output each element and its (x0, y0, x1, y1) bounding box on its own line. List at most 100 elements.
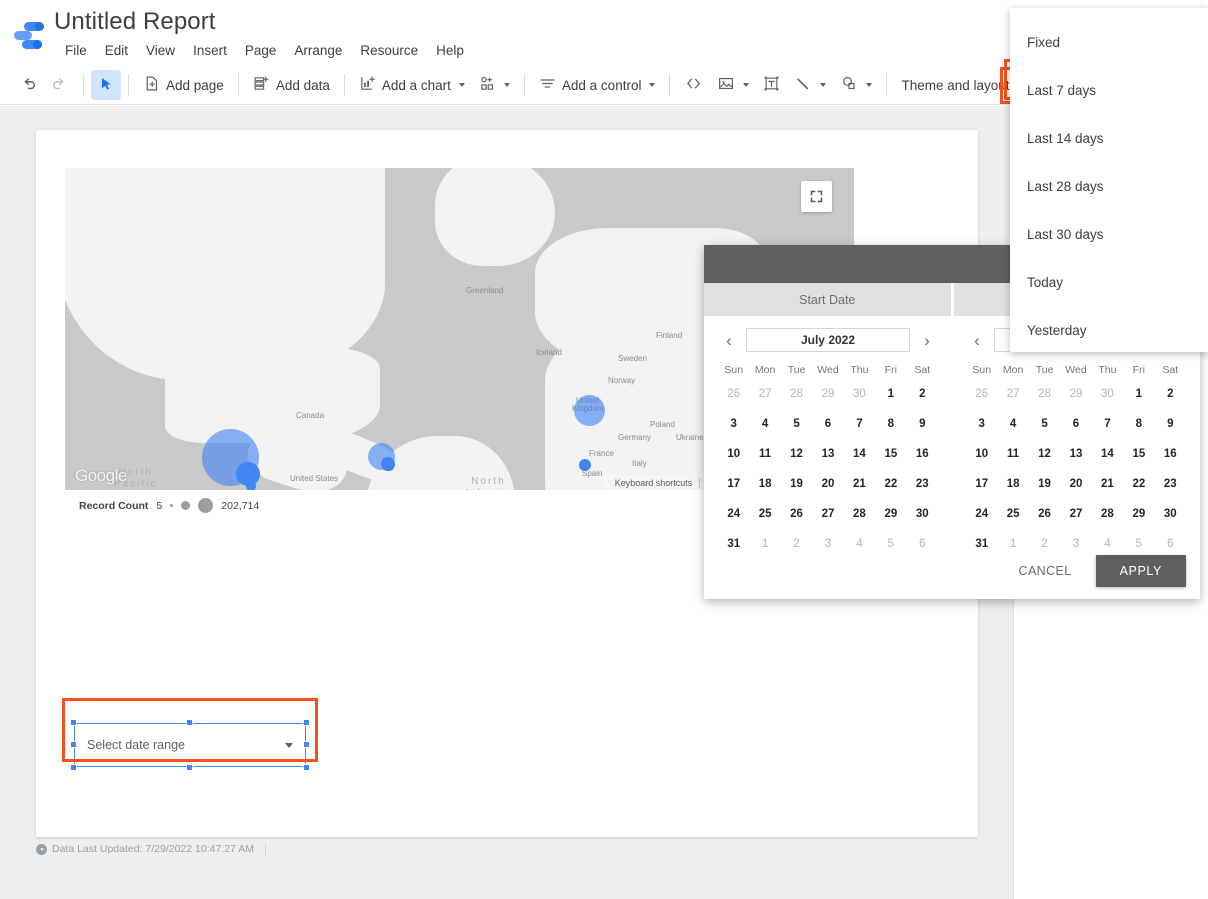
calendar-day-cell[interactable]: 27 (997, 379, 1028, 409)
menu-item-last-7-days[interactable]: Last 7 days (1010, 66, 1208, 114)
calendar-day-cell[interactable]: 14 (844, 439, 875, 469)
resize-handle-n[interactable] (186, 719, 193, 726)
calendar-day-cell[interactable]: 16 (1155, 439, 1186, 469)
menu-resource[interactable]: Resource (351, 41, 427, 60)
tab-start-date[interactable]: Start Date (704, 283, 951, 316)
calendar-day-cell[interactable]: 26 (1029, 499, 1060, 529)
embed-code-button[interactable] (677, 70, 710, 100)
calendar-day-cell[interactable]: 30 (907, 499, 938, 529)
calendar-day-cell[interactable]: 3 (966, 409, 997, 439)
calendar-day-cell[interactable]: 29 (812, 379, 843, 409)
calendar-day-cell[interactable]: 27 (1060, 499, 1091, 529)
calendar-day-cell[interactable]: 24 (966, 499, 997, 529)
menu-file[interactable]: File (56, 41, 96, 60)
calendar-day-cell[interactable]: 20 (812, 469, 843, 499)
keyboard-shortcuts-link[interactable]: Keyboard shortcuts (608, 478, 700, 488)
calendar-day-cell[interactable]: 5 (875, 529, 906, 559)
resize-handle-sw[interactable] (70, 764, 77, 771)
calendar-day-cell[interactable]: 30 (1092, 379, 1123, 409)
next-month-button-start[interactable]: › (916, 332, 938, 349)
calendar-day-cell[interactable]: 17 (718, 469, 749, 499)
calendar-day-cell[interactable]: 2 (907, 379, 938, 409)
end-calendar-grid[interactable]: Sun Mon Tue Wed Thu Fri Sat 26 27 28 29 30 1 2 3 4 5 6 7 8 9… (966, 361, 1186, 559)
calendar-day-cell[interactable]: 1 (875, 379, 906, 409)
resize-handle-se[interactable] (303, 764, 310, 771)
calendar-day-cell[interactable]: 29 (1060, 379, 1091, 409)
menu-view[interactable]: View (137, 41, 184, 60)
map-bubble[interactable] (384, 461, 394, 471)
calendar-day-cell[interactable]: 14 (1092, 439, 1123, 469)
calendar-day-cell[interactable]: 28 (781, 379, 812, 409)
calendar-day-cell[interactable]: 2 (1155, 379, 1186, 409)
community-visualization-button[interactable] (472, 70, 517, 100)
add-chart-button[interactable]: Add a chart (352, 70, 472, 100)
calendar-day-cell[interactable]: 18 (749, 469, 780, 499)
calendar-day-cell[interactable]: 15 (1123, 439, 1154, 469)
apply-button[interactable]: APPLY (1095, 555, 1186, 587)
calendar-day-cell[interactable]: 13 (812, 439, 843, 469)
calendar-day-cell[interactable]: 2 (781, 529, 812, 559)
undo-button[interactable] (12, 70, 44, 100)
calendar-day-cell[interactable]: 24 (718, 499, 749, 529)
resize-handle-w[interactable] (70, 741, 77, 748)
calendar-day-cell[interactable]: 31 (966, 529, 997, 559)
calendar-day-cell[interactable]: 26 (781, 499, 812, 529)
calendar-day-cell[interactable]: 1 (749, 529, 780, 559)
resize-handle-s[interactable] (186, 764, 193, 771)
redo-button[interactable] (44, 70, 76, 100)
calendar-day-cell[interactable]: 23 (907, 469, 938, 499)
map-bubble[interactable] (573, 394, 605, 426)
menu-page[interactable]: Page (236, 41, 286, 60)
resize-handle-ne[interactable] (303, 719, 310, 726)
menu-item-today[interactable]: Today (1010, 258, 1208, 306)
calendar-day-cell[interactable]: 1 (1123, 379, 1154, 409)
resize-handle-e[interactable] (303, 741, 310, 748)
start-month-label[interactable]: July 2022 (746, 328, 910, 352)
calendar-day-cell[interactable]: 13 (1060, 439, 1091, 469)
select-tool-button[interactable] (91, 70, 121, 100)
calendar-day-cell[interactable]: 8 (875, 409, 906, 439)
calendar-day-cell[interactable]: 9 (907, 409, 938, 439)
text-box-button[interactable] (756, 70, 787, 100)
cancel-button[interactable]: CANCEL (1007, 556, 1084, 586)
calendar-day-cell[interactable]: 5 (1029, 409, 1060, 439)
date-range-type-menu[interactable]: Fixed Last 7 days Last 14 days Last 28 days… (1010, 8, 1208, 352)
calendar-day-cell[interactable]: 4 (844, 529, 875, 559)
calendar-day-cell[interactable]: 28 (1029, 379, 1060, 409)
calendar-day-cell[interactable]: 30 (1155, 499, 1186, 529)
map-fullscreen-button[interactable] (801, 181, 832, 212)
line-tool-button[interactable] (787, 70, 833, 100)
calendar-day-cell[interactable]: 20 (1060, 469, 1091, 499)
calendar-day-cell[interactable]: 3 (812, 529, 843, 559)
insert-image-button[interactable] (710, 70, 756, 100)
menu-item-yesterday[interactable]: Yesterday (1010, 306, 1208, 354)
calendar-day-cell[interactable]: 19 (1029, 469, 1060, 499)
calendar-day-cell[interactable]: 22 (1123, 469, 1154, 499)
calendar-day-cell[interactable]: 5 (781, 409, 812, 439)
prev-month-button-end[interactable]: ‹ (966, 332, 988, 349)
calendar-day-cell[interactable]: 29 (875, 499, 906, 529)
add-control-button[interactable]: Add a control (532, 70, 663, 100)
calendar-day-cell[interactable]: 28 (1092, 499, 1123, 529)
calendar-day-cell[interactable]: 6 (1060, 409, 1091, 439)
calendar-day-cell[interactable]: 8 (1123, 409, 1154, 439)
theme-and-layout-button[interactable]: Theme and layout (894, 70, 1016, 100)
calendar-day-cell[interactable]: 4 (997, 409, 1028, 439)
calendar-day-cell[interactable]: 4 (749, 409, 780, 439)
map-bubble[interactable] (246, 481, 256, 490)
page-title[interactable]: Untitled Report (54, 8, 216, 36)
map-bubble[interactable] (579, 459, 591, 471)
calendar-day-cell[interactable]: 6 (812, 409, 843, 439)
calendar-day-cell[interactable]: 23 (1155, 469, 1186, 499)
calendar-day-cell[interactable]: 10 (718, 439, 749, 469)
calendar-day-cell[interactable]: 29 (1123, 499, 1154, 529)
menu-item-last-30-days[interactable]: Last 30 days (1010, 210, 1208, 258)
calendar-day-cell[interactable]: 30 (844, 379, 875, 409)
calendar-day-cell[interactable]: 25 (997, 499, 1028, 529)
date-range-control-box[interactable]: Select date range (74, 723, 306, 767)
menu-arrange[interactable]: Arrange (285, 41, 351, 60)
shape-tool-button[interactable] (833, 70, 879, 100)
calendar-day-cell[interactable]: 12 (1029, 439, 1060, 469)
add-page-button[interactable]: Add page (136, 70, 231, 100)
calendar-day-cell[interactable]: 28 (844, 499, 875, 529)
